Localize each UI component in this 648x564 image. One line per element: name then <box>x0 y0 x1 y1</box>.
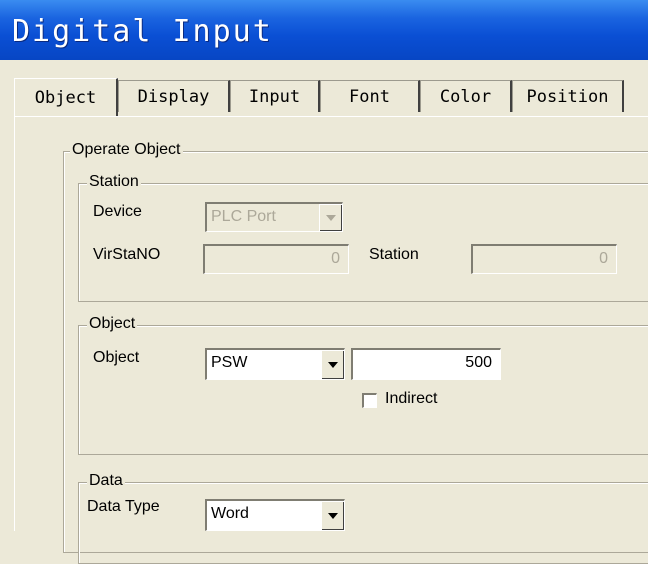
data-type-label: Data Type <box>87 498 160 515</box>
device-label: Device <box>93 203 142 220</box>
device-dropdown-button[interactable] <box>319 204 342 231</box>
virstano-label: VirStaNO <box>93 246 161 263</box>
data-type-dropdown-button[interactable] <box>321 501 344 530</box>
operate-object-title: Operate Object <box>70 141 183 159</box>
tab-strip: Object Display Input Font Color Position <box>14 78 648 118</box>
window-title: Digital Input <box>12 14 273 49</box>
station-group-title: Station <box>87 173 141 191</box>
object-label: Object <box>93 349 140 366</box>
device-value: PLC Port <box>211 208 276 225</box>
indirect-checkbox[interactable] <box>362 393 377 408</box>
dialog-body: Object Display Input Font Color Position… <box>0 60 648 564</box>
data-type-value: Word <box>211 505 249 522</box>
data-group-title: Data <box>87 472 125 490</box>
object-address-field[interactable]: 500 <box>351 348 501 380</box>
tab-color[interactable]: Color <box>420 80 512 112</box>
tab-panel-object: Operate Object Station Device PLC Port V… <box>14 116 648 564</box>
station-field[interactable]: 0 <box>471 244 617 274</box>
data-group: Data Data Type Word <box>78 472 648 564</box>
object-group: Object Object PSW 500 Indirect <box>78 315 648 455</box>
tab-font[interactable]: Font <box>320 80 420 112</box>
title-bar[interactable]: Digital Input <box>0 0 648 60</box>
virstano-field[interactable]: 0 <box>203 244 349 274</box>
object-type-combo[interactable]: PSW <box>205 348 345 380</box>
operate-object-group: Operate Object Station Device PLC Port V… <box>63 141 648 564</box>
tab-object[interactable]: Object <box>14 78 118 116</box>
tab-display[interactable]: Display <box>118 80 230 112</box>
data-type-combo[interactable]: Word <box>205 499 345 531</box>
object-type-value: PSW <box>211 354 248 371</box>
object-type-dropdown-button[interactable] <box>321 350 344 379</box>
chevron-down-icon <box>328 362 338 368</box>
device-combo[interactable]: PLC Port <box>205 202 343 232</box>
object-group-title: Object <box>87 315 138 333</box>
tab-input[interactable]: Input <box>230 80 320 112</box>
tab-position[interactable]: Position <box>512 80 624 112</box>
chevron-down-icon <box>326 215 336 221</box>
chevron-down-icon <box>328 513 338 519</box>
station-label: Station <box>369 246 419 263</box>
station-group: Station Device PLC Port VirStaNO 0 Stati… <box>78 173 648 302</box>
indirect-label: Indirect <box>385 390 438 407</box>
